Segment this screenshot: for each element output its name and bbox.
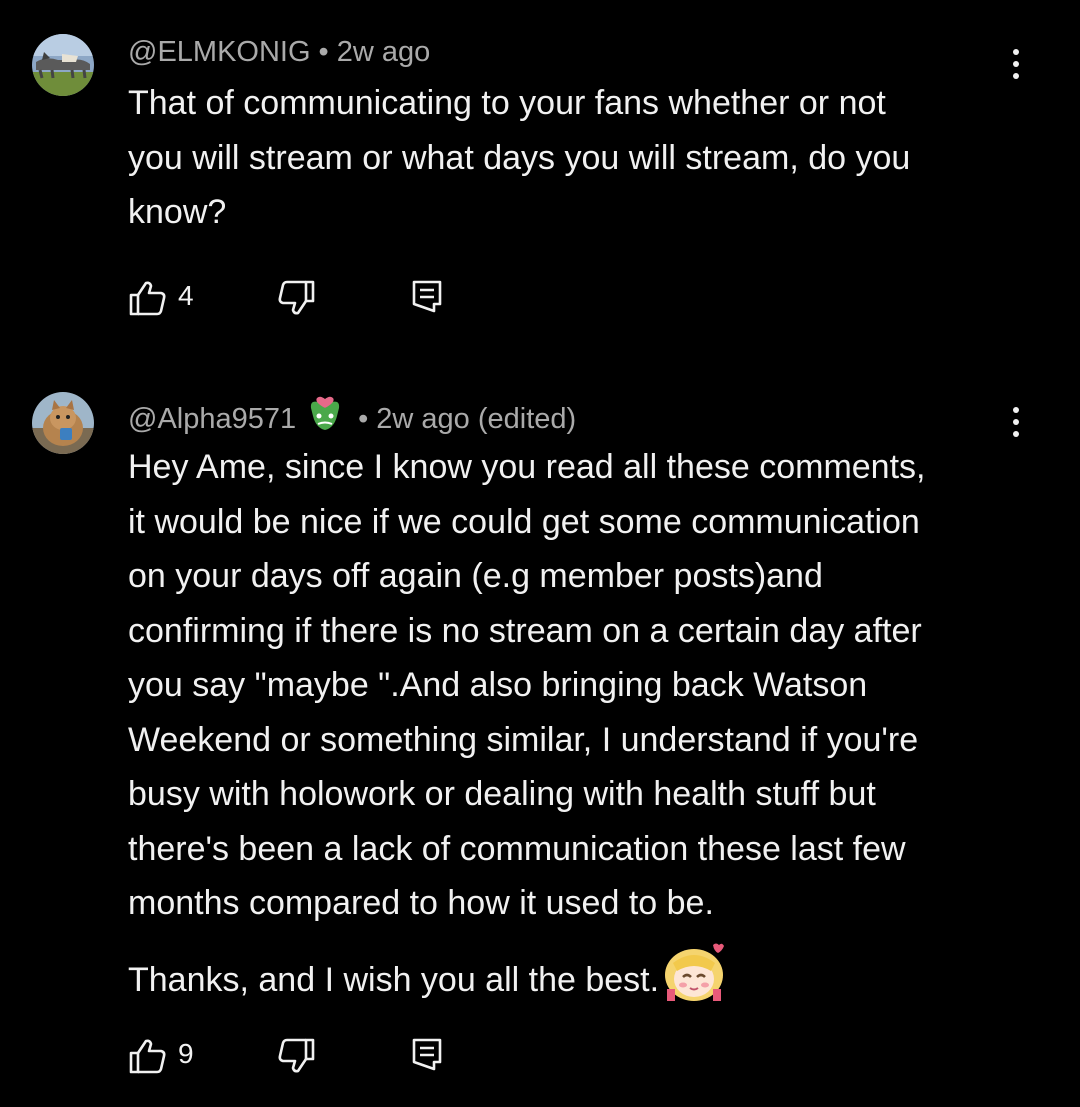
reply-icon [412,280,442,313]
timestamp[interactable]: 2w ago [337,36,431,69]
more-options-icon[interactable] [1004,402,1028,442]
comment-line: you will stream or what days you will st… [128,138,911,177]
comment-text: Hey Ame, since I know you read all these… [128,440,1008,1019]
like-count: 4 [178,280,194,311]
comment-meta: @ELMKONIG • 2w ago [128,36,430,69]
blonde-girl-emote-icon [665,943,725,1001]
timestamp[interactable]: 2w ago (edited) [376,403,576,436]
thumbs-down-icon [278,1038,315,1073]
comment-meta: @Alpha9571 • 2w ago (edited) [128,394,576,444]
comment-line: it would be nice if we could get some co… [128,502,920,541]
comment-text: That of communicating to your fans wheth… [128,76,1008,240]
closing-emote [661,941,727,1020]
horse-photo-avatar-icon [32,34,94,96]
thumbs-up-icon [129,281,166,316]
like-count: 9 [178,1038,194,1069]
comment-line: you say "maybe ".And also bringing back … [128,666,868,704]
thumbs-up-icon [129,1039,166,1074]
like-button[interactable] [128,278,168,323]
comment-line: confirming if there is no stream on a ce… [128,611,922,650]
dislike-button[interactable] [276,1036,316,1081]
reply-button[interactable] [410,1036,444,1077]
comment-line: months compared to how it used to be. [128,884,714,922]
meta-separator: • [318,36,329,68]
dislike-button[interactable] [276,278,316,323]
membership-badge [304,394,346,444]
comment-line: busy with holowork or dealing with healt… [128,775,876,813]
author-handle[interactable]: @Alpha9571 [128,403,296,436]
thumbs-down-icon [278,280,315,315]
comment-line: know? [128,193,227,231]
closing-line: Thanks, and I wish you all the best. [128,941,1008,1020]
reply-icon [412,1038,442,1071]
comment-actions: 4 [128,278,458,318]
membership-emote-icon [311,396,340,430]
cat-photo-avatar-icon [32,392,94,454]
user-avatar[interactable] [32,392,94,454]
closing-text: Thanks, and I wish you all the best. [128,960,660,999]
comment-line: on your days off again (e.g member posts… [128,557,823,595]
meta-separator: • [358,402,369,435]
comment-line: That of communicating to your fans wheth… [128,84,886,122]
comment-line: there's been a lack of communication the… [128,829,906,868]
like-button[interactable] [128,1036,168,1081]
comment-actions: 9 [128,1036,458,1076]
comment-line: Weekend or something similar, I understa… [128,720,919,759]
author-handle[interactable]: @ELMKONIG [128,36,311,69]
comment-line: Hey Ame, since I know you read all these… [128,448,926,486]
user-avatar[interactable] [32,34,94,96]
reply-button[interactable] [410,278,444,319]
